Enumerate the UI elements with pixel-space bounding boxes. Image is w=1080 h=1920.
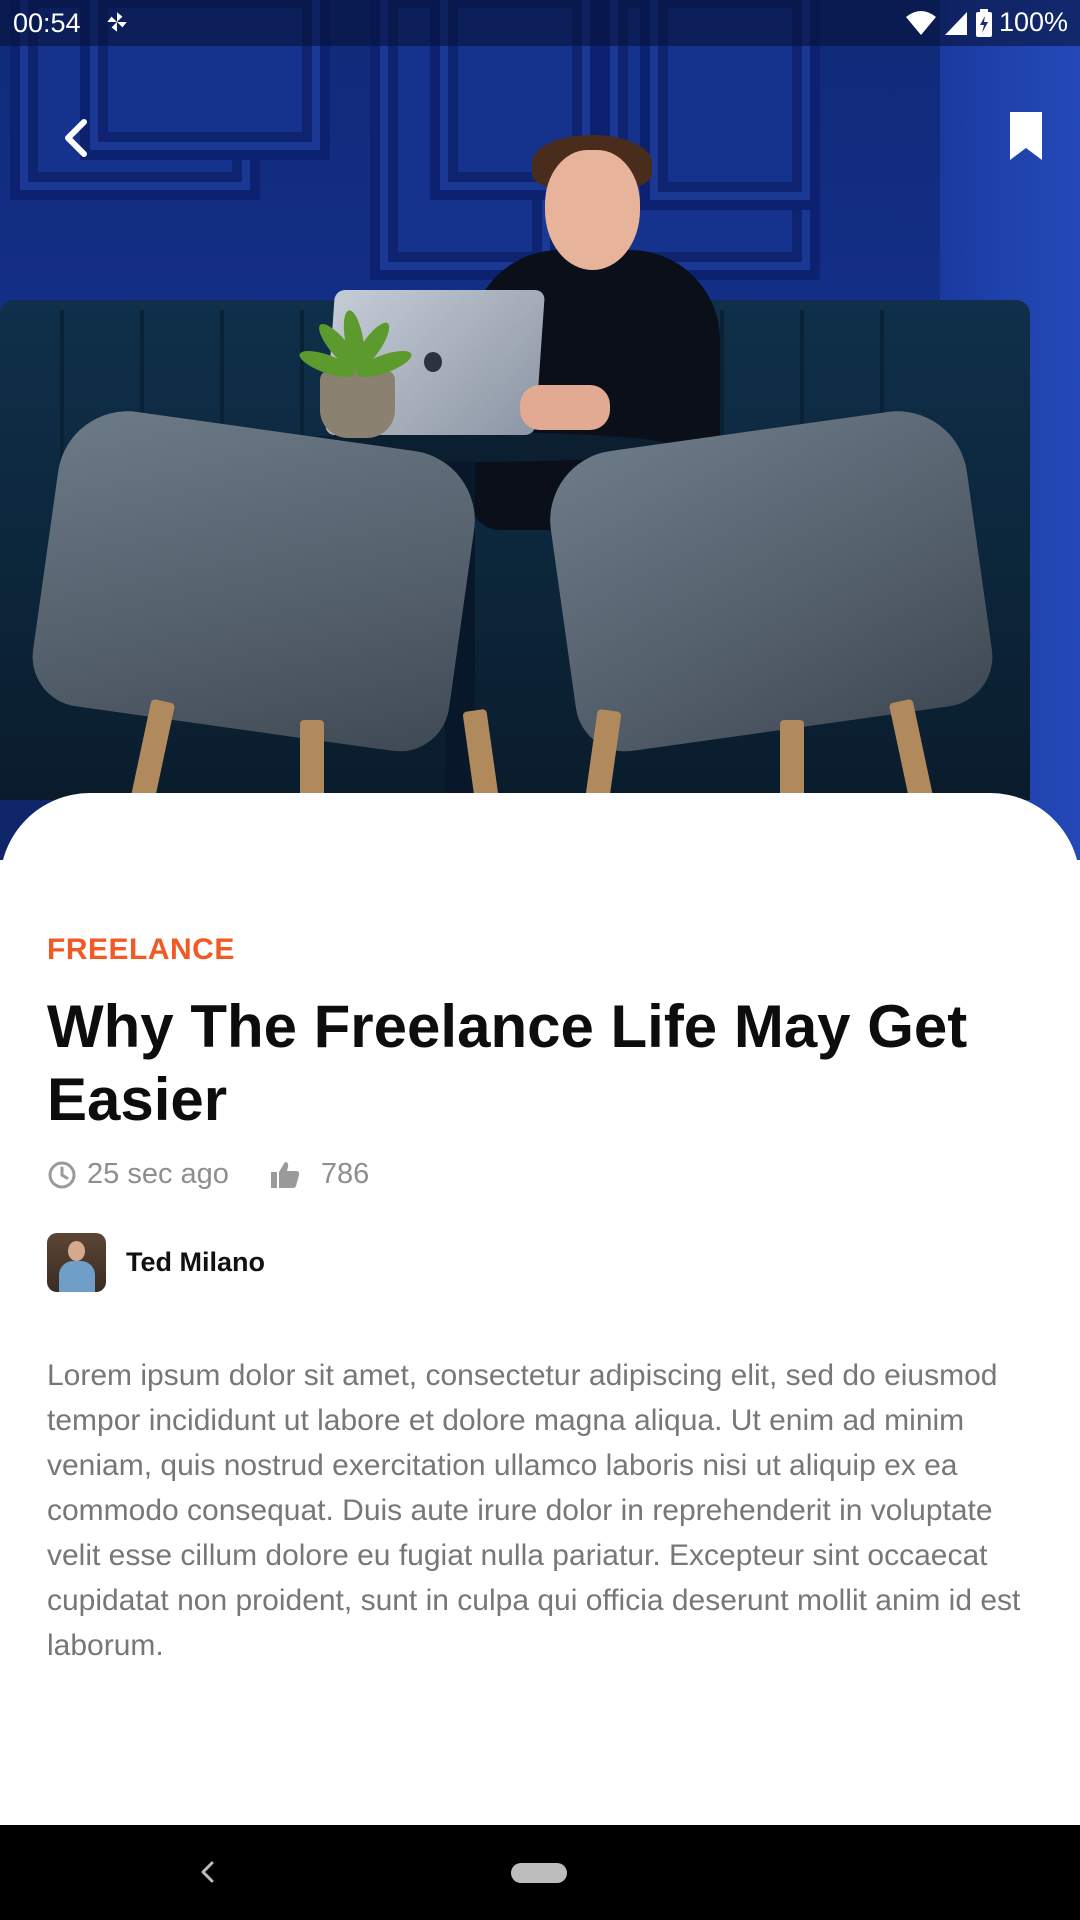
navigation-bar	[0, 1825, 1080, 1920]
clock-icon	[48, 1161, 76, 1188]
likes-count: 786	[320, 1158, 370, 1190]
nav-back-icon[interactable]	[195, 1859, 221, 1885]
article-title: Why The Freelance Life May Get Easier	[47, 993, 968, 1133]
status-bar: 00:54 100%	[0, 0, 1080, 46]
home-pill-icon[interactable]	[511, 1863, 567, 1883]
battery-percent: 100%	[998, 7, 1068, 37]
bookmark-icon[interactable]	[998, 108, 1054, 164]
article-content: FREELANCE Why The Freelance Life May Get…	[0, 793, 1080, 1825]
author-row[interactable]: Ted Milano	[47, 1233, 265, 1292]
time-ago: 25 sec ago	[87, 1158, 229, 1190]
wifi-icon	[905, 10, 936, 35]
status-icons: 100%	[905, 7, 1068, 38]
pinwheel-icon	[107, 12, 127, 32]
hero-image	[0, 0, 1080, 860]
signal-icon	[944, 11, 967, 35]
article-category[interactable]: FREELANCE	[47, 933, 235, 967]
article-meta: 25 sec ago 786	[47, 1158, 369, 1191]
battery-icon	[975, 8, 992, 37]
article-screen: 00:54 100% FREELANCE Why The Freelance L…	[0, 0, 1080, 1920]
thumbs-up-icon[interactable]	[269, 1159, 301, 1191]
article-body: Lorem ipsum dolor sit amet, consectetur …	[47, 1359, 1021, 1662]
status-time: 00:54	[13, 8, 81, 38]
avatar[interactable]	[47, 1233, 106, 1292]
chevron-left-icon[interactable]	[50, 110, 106, 166]
author-name[interactable]: Ted Milano	[126, 1247, 265, 1278]
